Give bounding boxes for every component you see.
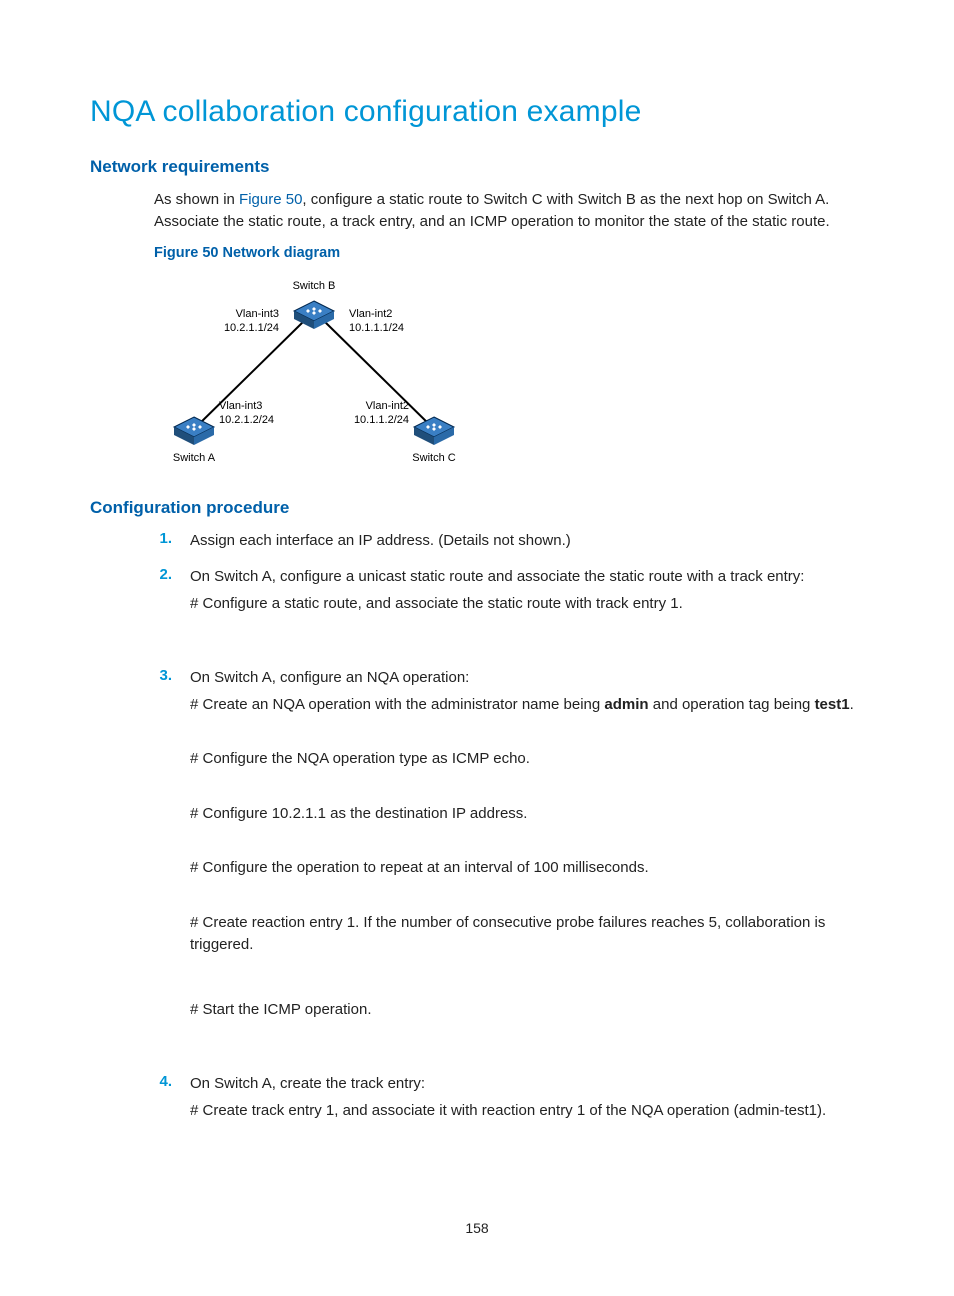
step-text: On Switch A, configure an NQA operation: (190, 667, 864, 690)
step-text: # Configure the NQA operation type as IC… (190, 748, 864, 771)
network-diagram: Switch B Vlan-int3 10.2.1.1/24 Vlan-int2… (154, 269, 864, 474)
section-heading-config: Configuration procedure (90, 498, 864, 518)
step-number: 1. (154, 530, 172, 557)
list-item: 2. On Switch A, configure a unicast stat… (154, 566, 864, 657)
step-text: # Configure a static route, and associat… (190, 593, 864, 616)
label-b-right-ip: 10.1.1.1/24 (349, 322, 404, 334)
label-switch-a: Switch A (173, 452, 216, 464)
switch-c-icon (414, 417, 454, 445)
label-b-left-ip: 10.2.1.1/24 (224, 322, 279, 334)
list-item: 3. On Switch A, configure an NQA operati… (154, 667, 864, 1063)
step-text: # Create reaction entry 1. If the number… (190, 912, 864, 957)
label-switch-c: Switch C (412, 452, 455, 464)
step-text: Assign each interface an IP address. (De… (190, 530, 864, 553)
step-text: # Create track entry 1, and associate it… (190, 1100, 864, 1123)
step-number: 4. (154, 1073, 172, 1126)
label-a-ip: 10.2.1.2/24 (219, 414, 274, 426)
section-heading-netreq: Network requirements (90, 157, 864, 177)
config-steps: 1. Assign each interface an IP address. … (154, 530, 864, 1127)
label-c-if: Vlan-int2 (366, 400, 409, 412)
list-item: 1. Assign each interface an IP address. … (154, 530, 864, 557)
list-item: 4. On Switch A, create the track entry: … (154, 1073, 864, 1126)
label-switch-b: Switch B (293, 280, 336, 292)
netreq-intro: As shown in Figure 50, configure a stati… (154, 189, 864, 233)
figure-caption: Figure 50 Network diagram (154, 245, 864, 261)
label-c-ip: 10.1.1.2/24 (354, 414, 409, 426)
step-text: # Configure 10.2.1.1 as the destination … (190, 803, 864, 826)
step-number: 3. (154, 667, 172, 1063)
step-text: On Switch A, configure a unicast static … (190, 566, 864, 589)
step-text: # Create an NQA operation with the admin… (190, 694, 864, 717)
label-b-right-if: Vlan-int2 (349, 308, 392, 320)
label-a-if: Vlan-int3 (219, 400, 262, 412)
intro-pre: As shown in (154, 191, 239, 208)
switch-a-icon (174, 417, 214, 445)
figure-link[interactable]: Figure 50 (239, 191, 302, 208)
step-text: # Start the ICMP operation. (190, 999, 864, 1022)
step-number: 2. (154, 566, 172, 657)
page-number: 158 (0, 1220, 954, 1236)
page-title: NQA collaboration configuration example (90, 95, 864, 129)
label-b-left-if: Vlan-int3 (236, 308, 279, 320)
step-text: On Switch A, create the track entry: (190, 1073, 864, 1096)
step-text: # Configure the operation to repeat at a… (190, 857, 864, 880)
